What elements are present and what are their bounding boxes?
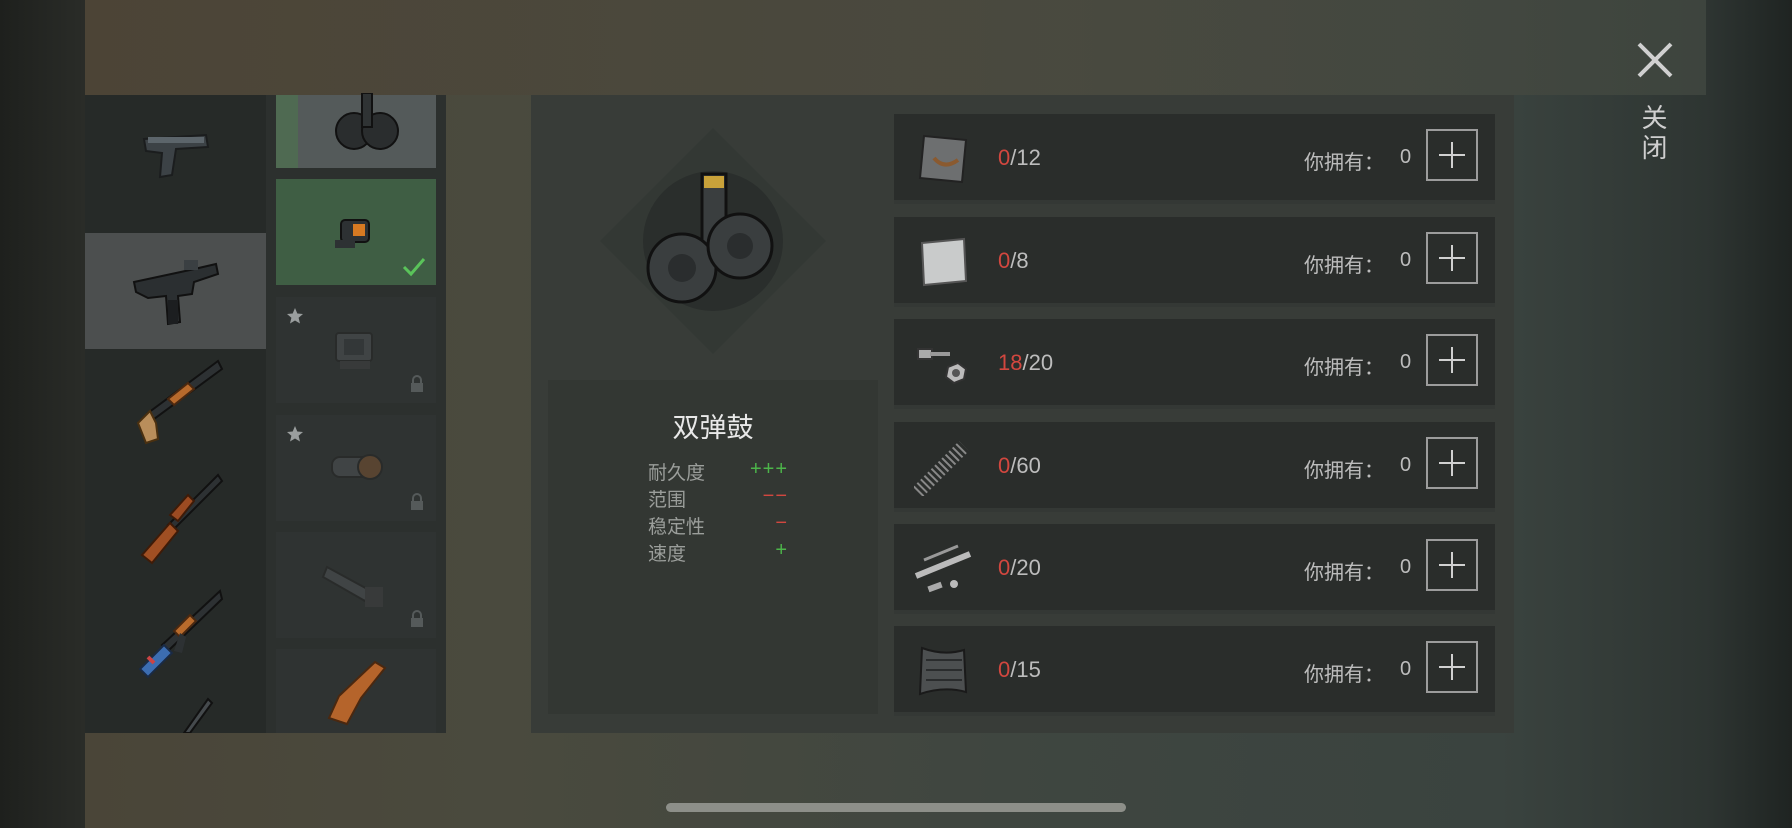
lock-icon: [411, 375, 423, 392]
wooden-stock-icon: [327, 660, 387, 726]
add-material-button[interactable]: [1426, 129, 1478, 181]
star-icon: [287, 308, 303, 324]
close-icon[interactable]: [1635, 40, 1675, 80]
owned-value: 0: [1400, 351, 1412, 373]
item-info-box: 双弹鼓 耐久度 +++ 范围 −− 稳定性 − 速度 +: [548, 380, 878, 714]
background-top: [85, 0, 1706, 95]
stat-value: −: [775, 512, 788, 534]
weapon-item-shotgun[interactable]: [85, 345, 266, 461]
star-icon: [287, 426, 303, 442]
weapon-list[interactable]: [85, 95, 278, 733]
stat-label: 稳定性: [648, 517, 706, 538]
checkmark-icon: [402, 258, 426, 277]
holo-sight-icon: [335, 332, 373, 369]
stat-value: +: [775, 539, 788, 561]
owned-label: 你拥有：: [1304, 664, 1384, 686]
bolts-nuts-icon: [917, 348, 968, 385]
material-row: 0/20 你拥有： 0: [894, 524, 1495, 614]
add-material-button[interactable]: [1426, 232, 1478, 284]
attachment-item-red-dot[interactable]: [276, 179, 436, 285]
material-row: 0/15 你拥有： 0: [894, 626, 1495, 716]
material-row: 0/60 你拥有： 0: [894, 422, 1495, 512]
attachment-item-long-scope[interactable]: [276, 532, 436, 638]
pistol-icon: [142, 133, 209, 179]
weapon-item-smg[interactable]: [85, 233, 278, 349]
home-indicator[interactable]: [666, 803, 1126, 812]
add-material-button[interactable]: [1426, 641, 1478, 693]
item-name: 双弹鼓: [672, 413, 754, 443]
attachment-item-wooden-stock[interactable]: [276, 649, 436, 733]
steel-sheet-icon: [920, 237, 968, 287]
material-row: 0/8 你拥有： 0: [894, 217, 1495, 307]
owned-value: 0: [1400, 249, 1412, 271]
material-count: 0/60: [998, 453, 1041, 478]
add-material-button[interactable]: [1426, 437, 1478, 489]
ak-rifle-icon: [138, 589, 223, 679]
long-scope-icon: [321, 565, 383, 607]
scope-sight-icon: [331, 454, 383, 480]
attachment-list[interactable]: [266, 93, 446, 733]
owned-label: 你拥有：: [1304, 255, 1384, 277]
owned-label: 你拥有：: [1304, 152, 1384, 174]
owned-value: 0: [1400, 146, 1412, 168]
stat-value: −−: [762, 485, 788, 507]
stat-label: 范围: [648, 490, 687, 511]
add-material-button[interactable]: [1426, 334, 1478, 386]
close-label[interactable]: 关闭: [1638, 104, 1672, 164]
drum-magazine-preview-icon: [600, 128, 826, 354]
weapon-item-pistol[interactable]: [85, 95, 266, 211]
owned-value: 0: [1400, 658, 1412, 680]
smg-uzi-icon: [132, 260, 219, 326]
sniper-rifle-icon: [182, 697, 213, 733]
stat-durability: 耐久度 +++: [648, 458, 788, 484]
owned-value: 0: [1400, 556, 1412, 578]
attachment-item-holo-sight[interactable]: [276, 297, 436, 403]
stat-stability: 稳定性 −: [648, 512, 788, 538]
weapon-item-sniper[interactable]: [85, 689, 266, 733]
add-material-button[interactable]: [1426, 539, 1478, 591]
stat-speed: 速度 +: [648, 539, 788, 565]
attachment-item-drum-magazine[interactable]: [276, 93, 436, 168]
lock-icon: [411, 610, 423, 627]
lever-rifle-icon: [140, 473, 223, 565]
material-count: 0/15: [998, 657, 1041, 682]
lock-icon: [411, 493, 423, 510]
spring-icon: [914, 441, 969, 496]
stat-label: 耐久度: [648, 463, 706, 484]
material-count: 0/12: [998, 145, 1041, 170]
stat-range: 范围 −−: [648, 485, 788, 511]
drum-magazine-icon: [335, 93, 399, 150]
owned-label: 你拥有：: [1304, 562, 1384, 584]
stat-value: +++: [749, 458, 788, 480]
carbon-sheet-icon: [918, 646, 968, 696]
owned-value: 0: [1400, 454, 1412, 476]
red-dot-sight-icon: [335, 219, 370, 248]
stat-label: 速度: [648, 544, 687, 565]
material-count: 18/20: [998, 350, 1054, 375]
weapon-item-lever-rifle[interactable]: [85, 461, 266, 577]
owned-label: 你拥有：: [1304, 460, 1384, 482]
material-count: 0/20: [998, 555, 1041, 580]
attachment-item-scope[interactable]: [276, 415, 436, 521]
gun-parts-icon: [914, 544, 972, 593]
material-count: 0/8: [998, 248, 1029, 273]
shotgun-icon: [136, 359, 223, 445]
material-row: 0/12 你拥有： 0: [894, 114, 1495, 204]
material-row: 18/20 你拥有： 0: [894, 319, 1495, 409]
metal-plate-icon: [918, 134, 968, 184]
weapon-item-ak-rifle[interactable]: [85, 577, 266, 693]
owned-label: 你拥有：: [1304, 357, 1384, 379]
